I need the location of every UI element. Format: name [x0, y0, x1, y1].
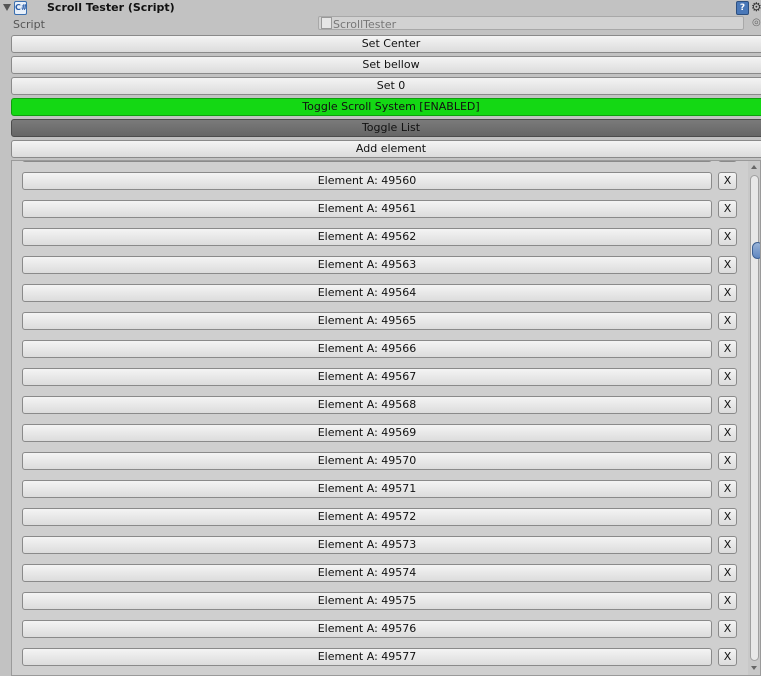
element-button[interactable]: Element A: 49575 — [22, 592, 712, 610]
list-item: Element A: 49564 X — [12, 282, 747, 310]
list-item: Element A: 49561 X — [12, 198, 747, 226]
element-button[interactable]: Element A: 49573 — [22, 536, 712, 554]
element-button[interactable]: Element A: 49567 — [22, 368, 712, 386]
scroll-down-icon[interactable] — [751, 666, 757, 670]
remove-element-button[interactable]: X — [718, 592, 737, 610]
list-item: Element A: 49563 X — [12, 254, 747, 282]
list-item: Element A: 49560 X — [12, 170, 747, 198]
element-list-content: Element A: 49559XElement A: 49560XElemen… — [12, 161, 747, 674]
list-item: Element A: 49572 X — [12, 506, 747, 534]
component-title: Scroll Tester (Script) — [47, 1, 175, 14]
element-button[interactable]: Element A: 49568 — [22, 396, 712, 414]
script-asset-icon — [321, 17, 332, 29]
set-0-button[interactable]: Set 0 — [11, 77, 761, 95]
list-item: Element A: 49569 X — [12, 422, 747, 450]
list-item: Element A: 49571 X — [12, 478, 747, 506]
script-label: Script — [13, 18, 45, 31]
set-bellow-button[interactable]: Set bellow — [11, 56, 761, 74]
remove-element-button[interactable]: X — [718, 228, 737, 246]
toggle-scroll-system-button[interactable]: Toggle Scroll System [ENABLED] — [11, 98, 761, 116]
inspector-panel: C# Scroll Tester (Script) ? ⚙ Script Scr… — [0, 0, 761, 676]
gear-icon[interactable]: ⚙ — [751, 0, 761, 14]
remove-element-button[interactable]: X — [718, 452, 737, 470]
remove-element-button[interactable]: X — [718, 161, 737, 162]
element-button[interactable]: Element A: 49560 — [22, 172, 712, 190]
remove-element-button[interactable]: X — [718, 340, 737, 358]
remove-element-button[interactable]: X — [718, 564, 737, 582]
list-item: Element A: 49576 X — [12, 618, 747, 646]
vertical-scrollbar[interactable] — [748, 161, 760, 675]
list-item: Element A: 49574 X — [12, 562, 747, 590]
remove-element-button[interactable]: X — [718, 648, 737, 666]
remove-element-button[interactable]: X — [718, 480, 737, 498]
scroll-up-icon[interactable] — [751, 165, 757, 169]
element-button[interactable]: Element A: 49574 — [22, 564, 712, 582]
element-button[interactable]: Element A: 49566 — [22, 340, 712, 358]
element-button[interactable]: Element A: 49564 — [22, 284, 712, 302]
list-item: Element A: 49562 X — [12, 226, 747, 254]
scrollbar-track[interactable] — [750, 175, 760, 661]
element-button[interactable]: Element A: 49559 — [22, 161, 712, 162]
remove-element-button[interactable]: X — [718, 536, 737, 554]
list-item: Element A: 49567 X — [12, 366, 747, 394]
script-object-field[interactable]: ScrollTester — [318, 16, 744, 31]
element-list: Element A: 49559XElement A: 49560XElemen… — [11, 160, 761, 676]
help-icon[interactable]: ? — [736, 1, 749, 15]
list-item: Element A: 49575 X — [12, 590, 747, 618]
remove-element-button[interactable]: X — [718, 508, 737, 526]
script-field-value: ScrollTester — [333, 18, 397, 31]
list-item: Element A: 49573 X — [12, 534, 747, 562]
set-center-button[interactable]: Set Center — [11, 35, 761, 53]
list-item: Element A: 49566 X — [12, 338, 747, 366]
list-item: Element A: 49570 X — [12, 450, 747, 478]
list-item: Element A: 49568 X — [12, 394, 747, 422]
script-icon: C# — [14, 1, 28, 15]
element-button[interactable]: Element A: 49565 — [22, 312, 712, 330]
toggle-list-button[interactable]: Toggle List — [11, 119, 761, 137]
remove-element-button[interactable]: X — [718, 396, 737, 414]
remove-element-button[interactable]: X — [718, 424, 737, 442]
element-button[interactable]: Element A: 49570 — [22, 452, 712, 470]
element-button[interactable]: Element A: 49572 — [22, 508, 712, 526]
element-button[interactable]: Element A: 49571 — [22, 480, 712, 498]
element-button[interactable]: Element A: 49561 — [22, 200, 712, 218]
remove-element-button[interactable]: X — [718, 312, 737, 330]
add-element-button[interactable]: Add element — [11, 140, 761, 158]
element-button[interactable]: Element A: 49569 — [22, 424, 712, 442]
remove-element-button[interactable]: X — [718, 368, 737, 386]
component-header[interactable]: C# Scroll Tester (Script) ? ⚙ — [0, 0, 761, 16]
list-item: Element A: 49577 X — [12, 646, 747, 674]
remove-element-button[interactable]: X — [718, 200, 737, 218]
list-item: Element A: 49559 X — [12, 161, 747, 170]
element-button[interactable]: Element A: 49577 — [22, 648, 712, 666]
remove-element-button[interactable]: X — [718, 256, 737, 274]
remove-element-button[interactable]: X — [718, 284, 737, 302]
element-button[interactable]: Element A: 49562 — [22, 228, 712, 246]
remove-element-button[interactable]: X — [718, 172, 737, 190]
list-item: Element A: 49565 X — [12, 310, 747, 338]
element-button[interactable]: Element A: 49576 — [22, 620, 712, 638]
object-picker-icon[interactable]: ◎ — [752, 17, 761, 28]
foldout-arrow-icon[interactable] — [3, 4, 11, 11]
element-button[interactable]: Element A: 49563 — [22, 256, 712, 274]
remove-element-button[interactable]: X — [718, 620, 737, 638]
scrollbar-thumb[interactable] — [752, 242, 760, 259]
